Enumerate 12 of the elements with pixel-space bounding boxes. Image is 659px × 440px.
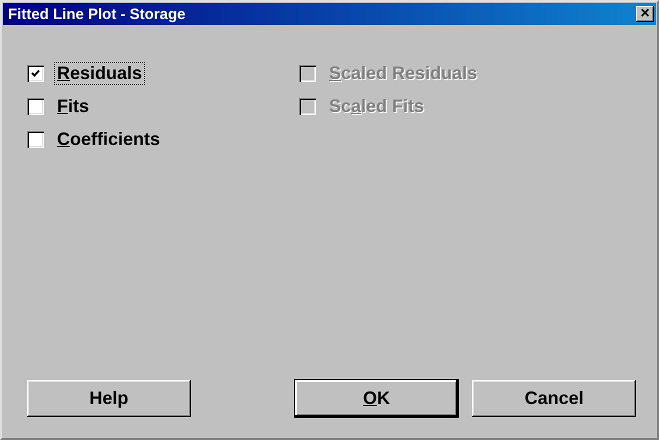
checkbox[interactable] <box>27 130 44 148</box>
close-button[interactable]: × <box>636 6 654 22</box>
check-icon <box>31 68 40 78</box>
dialog-button[interactable]: Help <box>27 380 191 417</box>
checkbox[interactable] <box>27 64 44 82</box>
window-title: Fitted Line Plot - Storage <box>8 6 186 22</box>
checkbox[interactable] <box>27 98 44 114</box>
dialog-button[interactable]: Cancel <box>472 380 636 417</box>
dialog-button[interactable]: OK <box>294 380 458 417</box>
checkbox-label[interactable]: Coefficients <box>54 128 164 150</box>
checkbox-label[interactable]: Fits <box>54 94 92 118</box>
checkbox-label[interactable]: Residuals <box>54 62 146 84</box>
